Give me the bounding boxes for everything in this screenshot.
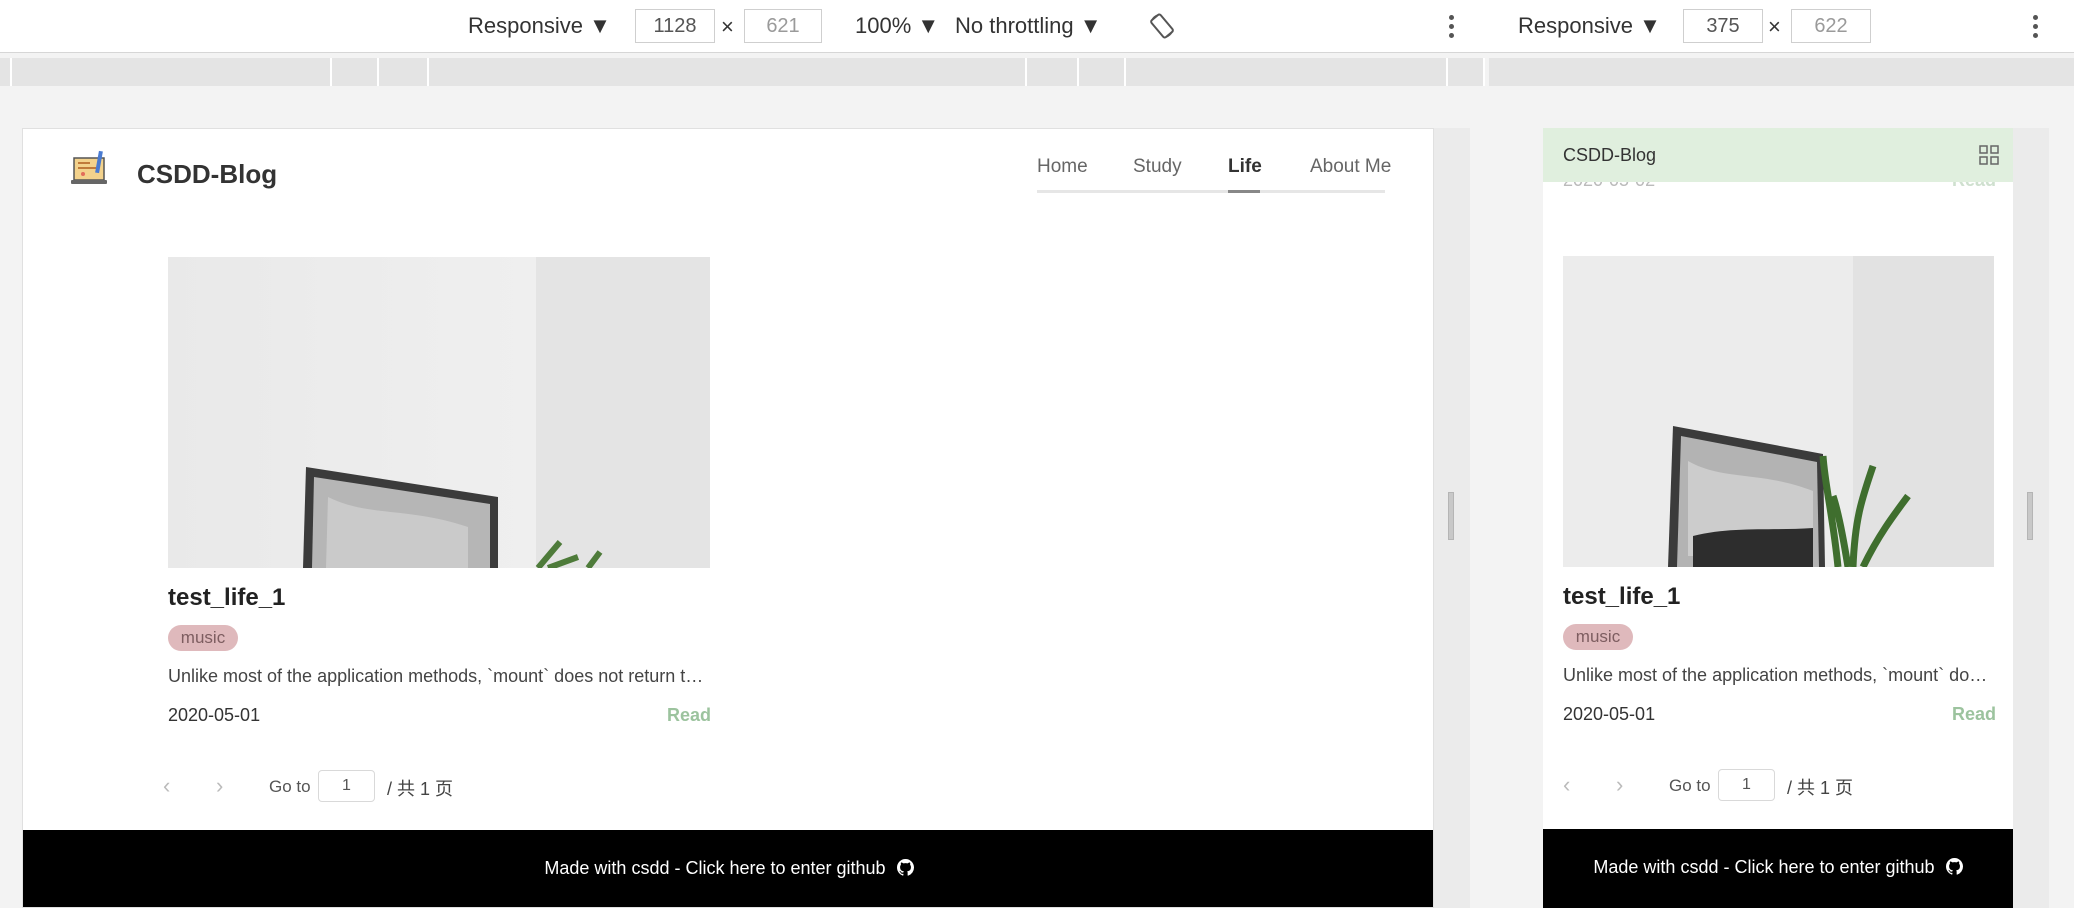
post-cover-image[interactable]: [168, 257, 710, 568]
total-pages-label: / 共 1 页: [387, 779, 454, 799]
mobile-page-jump-input[interactable]: 1: [1718, 769, 1775, 801]
viewport-width-input-2[interactable]: 375: [1683, 9, 1763, 43]
menu-grid-icon[interactable]: [1979, 145, 1999, 165]
blog-logo-icon[interactable]: [69, 149, 113, 193]
site-footer[interactable]: Made with csdd - Click here to enter git…: [23, 830, 1433, 907]
more-options-icon[interactable]: [1447, 15, 1455, 42]
nav-life[interactable]: Life: [1228, 156, 1262, 178]
dimension-separator: ×: [721, 14, 734, 39]
desktop-viewport: CSDD-Blog Home Study Life About Me test_…: [22, 128, 1434, 908]
goto-label: Go to: [269, 777, 311, 796]
nav-home[interactable]: Home: [1037, 156, 1088, 178]
mobile-header: CSDD-Blog: [1543, 128, 2013, 182]
more-options-icon-2[interactable]: [2031, 15, 2039, 42]
mobile-tag-badge[interactable]: music: [1563, 624, 1633, 650]
next-page-icon[interactable]: ›: [216, 773, 223, 799]
zoom-select[interactable]: 100% ▼: [855, 13, 939, 39]
mobile-viewport: 2020-05-02 Read CSDD-Blog test_life_1 mu…: [1543, 128, 2013, 908]
device-select[interactable]: Responsive ▼: [468, 13, 611, 39]
media-query-ruler[interactable]: [0, 58, 1485, 86]
mobile-post-title[interactable]: test_life_1: [1563, 583, 1680, 611]
mobile-total-pages-label: / 共 1 页: [1787, 778, 1854, 798]
mobile-post-date: 2020-05-01: [1563, 704, 1656, 724]
throttling-select[interactable]: No throttling ▼: [955, 13, 1102, 39]
mobile-github-icon[interactable]: [1945, 858, 1963, 880]
github-icon[interactable]: [896, 859, 914, 881]
viewport-width-input[interactable]: 1128: [635, 9, 715, 43]
nav-underline: [1037, 190, 1385, 193]
media-query-ruler-2[interactable]: [1489, 58, 2074, 86]
rotate-icon[interactable]: [1148, 12, 1176, 40]
device-select-2[interactable]: Responsive ▼: [1518, 13, 1661, 39]
devtools-toolbar: Responsive ▼ 1128 × 621 100% ▼ No thrott…: [0, 0, 2074, 53]
viewport-height-input[interactable]: 621: [744, 9, 822, 43]
site-title[interactable]: CSDD-Blog: [137, 159, 277, 190]
mobile-post-cover-image[interactable]: [1563, 256, 1994, 567]
mobile-post-excerpt: Unlike most of the application methods, …: [1563, 665, 1994, 685]
mobile-read-link[interactable]: Read: [1952, 704, 1996, 725]
read-link[interactable]: Read: [667, 705, 711, 726]
resize-handle-2[interactable]: [2027, 492, 2033, 540]
mobile-prev-page-icon[interactable]: ‹: [1563, 772, 1570, 798]
viewport-height-input-2[interactable]: 622: [1791, 9, 1871, 43]
nav-active-indicator: [1228, 190, 1260, 193]
post-date: 2020-05-01: [168, 705, 261, 725]
footer-link[interactable]: Made with csdd - Click here to enter git…: [544, 858, 885, 878]
post-excerpt: Unlike most of the application methods, …: [168, 666, 710, 686]
post-title[interactable]: test_life_1: [168, 584, 285, 612]
mobile-site-title[interactable]: CSDD-Blog: [1563, 145, 1656, 166]
mobile-footer-link[interactable]: Made with csdd - Click here to enter git…: [1593, 857, 1934, 877]
page-jump-input[interactable]: 1: [318, 770, 375, 802]
nav-about-me[interactable]: About Me: [1310, 156, 1391, 178]
nav-study[interactable]: Study: [1133, 156, 1182, 178]
mobile-site-footer[interactable]: Made with csdd - Click here to enter git…: [1543, 829, 2013, 908]
dimension-separator-2: ×: [1768, 14, 1781, 39]
resize-handle[interactable]: [1448, 492, 1454, 540]
mobile-goto-label: Go to: [1669, 776, 1711, 795]
mobile-next-page-icon[interactable]: ›: [1616, 772, 1623, 798]
tag-badge[interactable]: music: [168, 625, 238, 651]
prev-page-icon[interactable]: ‹: [163, 773, 170, 799]
